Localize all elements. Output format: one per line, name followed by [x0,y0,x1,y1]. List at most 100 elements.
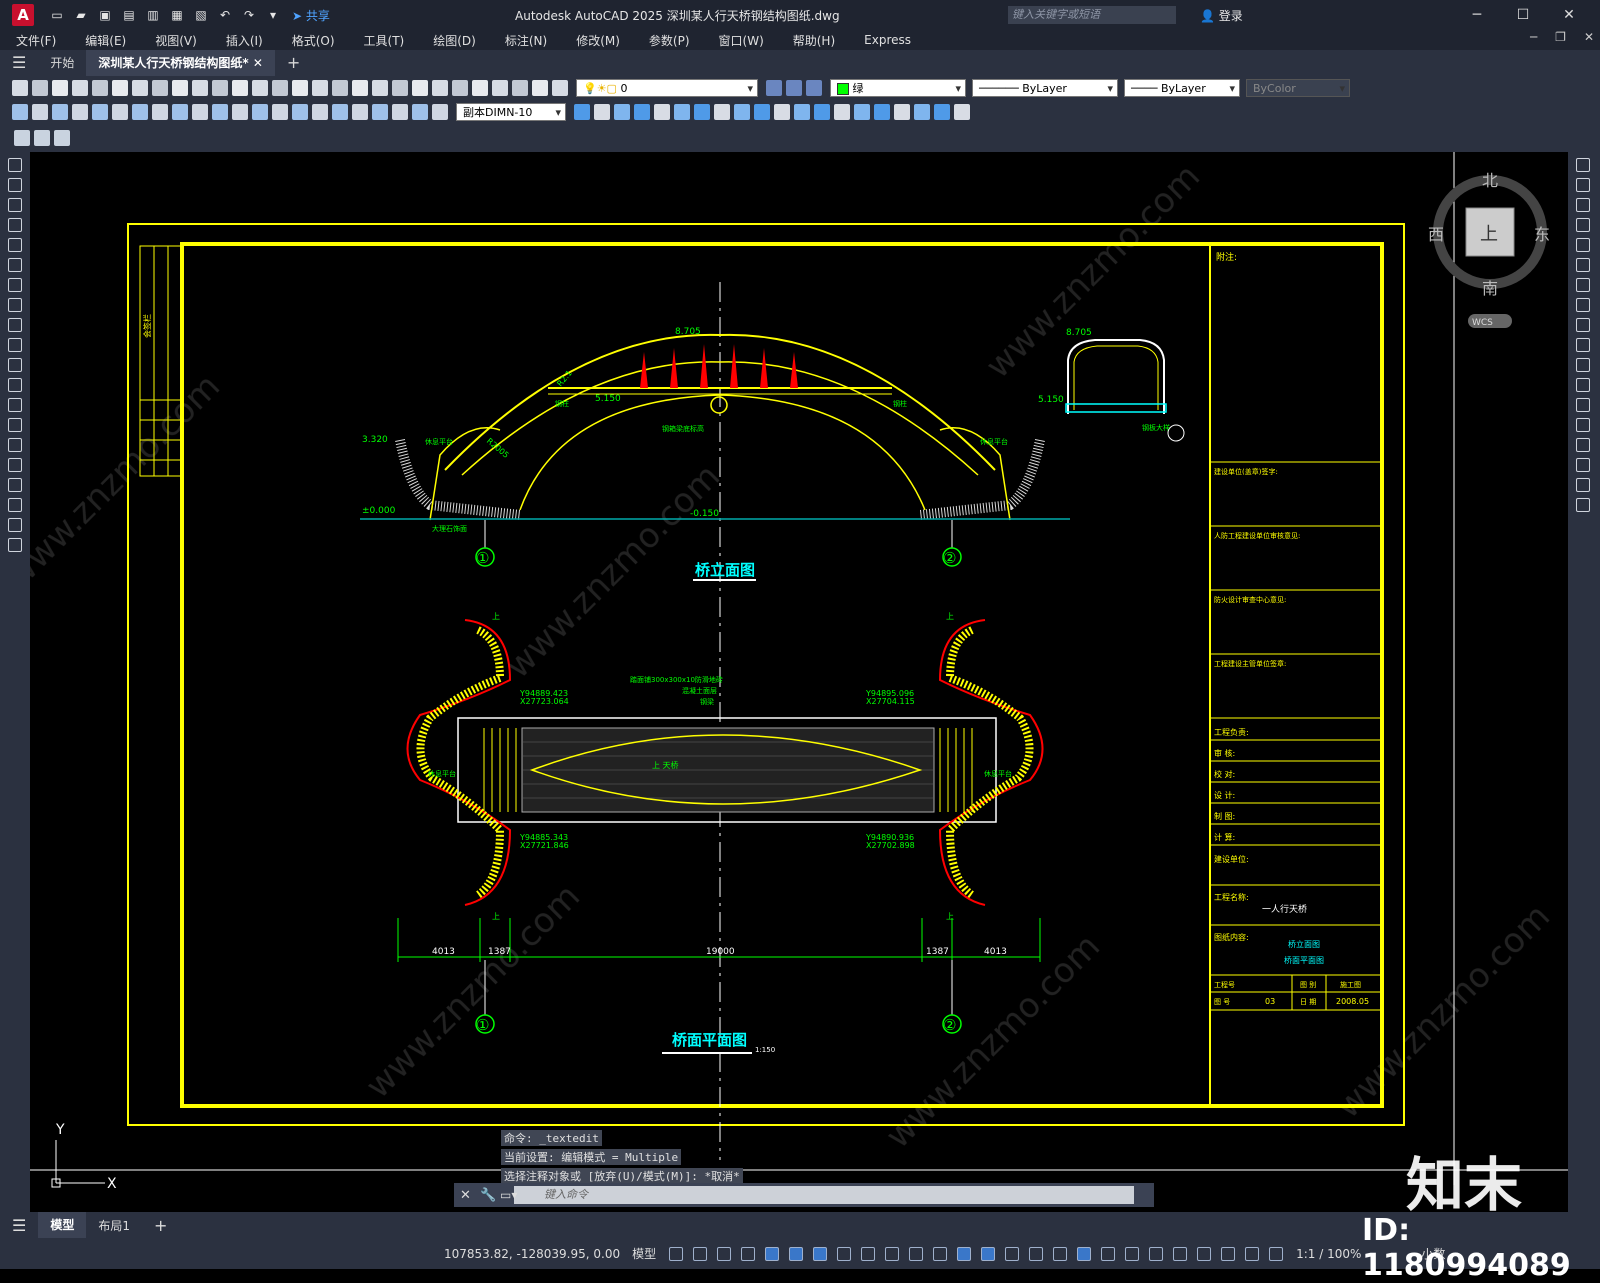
annotation-scale[interactable]: 1:1 / 100% [1296,1247,1361,1261]
customize-qa-icon[interactable]: ▾ [264,7,282,23]
modify-tool-icon-9[interactable] [754,104,770,120]
draw-tool-icon-15[interactable] [8,458,22,472]
status-toggle-icon-4[interactable] [765,1246,780,1261]
standard-tool-icon-18[interactable] [372,80,388,96]
draw-tool-icon-0[interactable] [8,158,22,172]
status-toggle-icon-21[interactable] [1173,1246,1188,1261]
modify-tool-icon-14[interactable] [854,104,870,120]
dimension-tool-icon-13[interactable] [272,104,288,120]
draw-tool-icon-19[interactable] [8,538,22,552]
dimension-tool-icon-9[interactable] [192,104,208,120]
menu-item-2[interactable]: 视图(V) [139,32,210,49]
draw-tool-icon-4[interactable] [8,238,22,252]
modify-tool-icon-16[interactable] [894,104,910,120]
dimstyle-dropdown[interactable]: 副本DIMN-10 [456,103,566,122]
draw-tool-icon-3[interactable] [8,218,22,232]
status-toggle-icon-13[interactable] [981,1246,996,1261]
modify-tool-icon-7[interactable] [714,104,730,120]
modify-tool-icon-1[interactable] [594,104,610,120]
draw-tool-icon-18[interactable] [8,518,22,532]
menu-item-9[interactable]: 参数(P) [633,32,703,49]
status-toggle-icon-20[interactable] [1149,1246,1164,1261]
standard-tool-icon-26[interactable] [532,80,548,96]
standard-tool-icon-0[interactable] [12,80,28,96]
modify-palette-tool-icon-4[interactable] [1576,238,1590,252]
menu-item-5[interactable]: 工具(T) [348,32,418,49]
block-edit-icon[interactable] [54,130,70,146]
command-recent-icon[interactable]: ▭▾ [500,1188,517,1202]
lineweight-dropdown[interactable]: ──── ByLayer [1124,79,1240,98]
standard-tool-icon-6[interactable] [132,80,148,96]
standard-tool-icon-9[interactable] [192,80,208,96]
status-toggle-icon-6[interactable] [813,1246,828,1261]
modify-palette-tool-icon-10[interactable] [1576,358,1590,372]
menu-item-1[interactable]: 编辑(E) [69,32,139,49]
status-toggle-icon-11[interactable] [933,1246,948,1261]
standard-tool-icon-4[interactable] [92,80,108,96]
command-customize-icon[interactable]: 🔧 [480,1188,496,1203]
dimension-tool-icon-2[interactable] [52,104,68,120]
dimension-tool-icon-11[interactable] [232,104,248,120]
status-toggle-icon-9[interactable] [885,1246,900,1261]
viewcube-north[interactable]: 北 [1482,171,1498,190]
menu-item-6[interactable]: 绘图(D) [417,32,489,49]
modify-palette-tool-icon-11[interactable] [1576,378,1590,392]
status-toggle-icon-2[interactable] [717,1246,732,1261]
open-web-icon[interactable]: ▥ [144,7,162,23]
dimension-tool-icon-15[interactable] [312,104,328,120]
add-layout-button[interactable]: + [142,1216,179,1235]
dimension-tool-icon-7[interactable] [152,104,168,120]
modify-palette-tool-icon-12[interactable] [1576,398,1590,412]
standard-tool-icon-23[interactable] [472,80,488,96]
tab-close-icon[interactable]: ✕ [253,56,263,70]
status-toggle-icon-17[interactable] [1077,1246,1092,1261]
viewcube-south[interactable]: 南 [1482,279,1498,298]
status-toggle-icon-14[interactable] [1005,1246,1020,1261]
viewcube[interactable]: 上 北 南 东 西 WCS [1428,171,1550,328]
status-toggle-icon-8[interactable] [861,1246,876,1261]
modify-palette-tool-icon-8[interactable] [1576,318,1590,332]
dimension-tool-icon-21[interactable] [432,104,448,120]
standard-tool-icon-2[interactable] [52,80,68,96]
attribute-edit-icon[interactable] [34,130,50,146]
draw-tool-icon-17[interactable] [8,498,22,512]
standard-tool-icon-15[interactable] [312,80,328,96]
status-toggle-icon-16[interactable] [1053,1246,1068,1261]
plot-icon[interactable]: ▧ [192,7,210,23]
dimension-tool-icon-17[interactable] [352,104,368,120]
draw-tool-icon-6[interactable] [8,278,22,292]
modify-palette-tool-icon-6[interactable] [1576,278,1590,292]
modify-palette-tool-icon-15[interactable] [1576,458,1590,472]
dimension-tool-icon-19[interactable] [392,104,408,120]
dimension-tool-icon-3[interactable] [72,104,88,120]
help-search-input[interactable]: 键入关键字或短语 [1008,6,1176,24]
drawing-svg[interactable]: www.znzmo.com www.znzmo.com www.znzmo.co… [30,152,1568,1212]
standard-tool-icon-12[interactable] [252,80,268,96]
dimension-tool-icon-10[interactable] [212,104,228,120]
dimension-tool-icon-12[interactable] [252,104,268,120]
model-space-button[interactable]: 模型 [632,1245,656,1262]
text-edit-icon[interactable] [14,130,30,146]
modify-palette-tool-icon-16[interactable] [1576,478,1590,492]
layer-states-icon[interactable] [786,80,802,96]
dimension-tool-icon-6[interactable] [132,104,148,120]
menu-item-3[interactable]: 插入(I) [210,32,276,49]
status-toggle-icon-1[interactable] [693,1246,708,1261]
modify-palette-tool-icon-0[interactable] [1576,158,1590,172]
standard-tool-icon-5[interactable] [112,80,128,96]
tab-document[interactable]: 深圳某人行天桥钢结构图纸* ✕ [86,50,275,76]
viewcube-west[interactable]: 西 [1428,225,1444,244]
draw-tool-icon-11[interactable] [8,378,22,392]
modify-tool-icon-4[interactable] [654,104,670,120]
dimension-tool-icon-0[interactable] [12,104,28,120]
modify-palette-tool-icon-7[interactable] [1576,298,1590,312]
modify-palette-tool-icon-9[interactable] [1576,338,1590,352]
status-toggle-icon-18[interactable] [1101,1246,1116,1261]
draw-tool-icon-9[interactable] [8,338,22,352]
tab-model[interactable]: 模型 [38,1212,87,1238]
modify-tool-icon-17[interactable] [914,104,930,120]
modify-tool-icon-15[interactable] [874,104,890,120]
draw-tool-icon-12[interactable] [8,398,22,412]
dimension-tool-icon-5[interactable] [112,104,128,120]
draw-tool-icon-2[interactable] [8,198,22,212]
